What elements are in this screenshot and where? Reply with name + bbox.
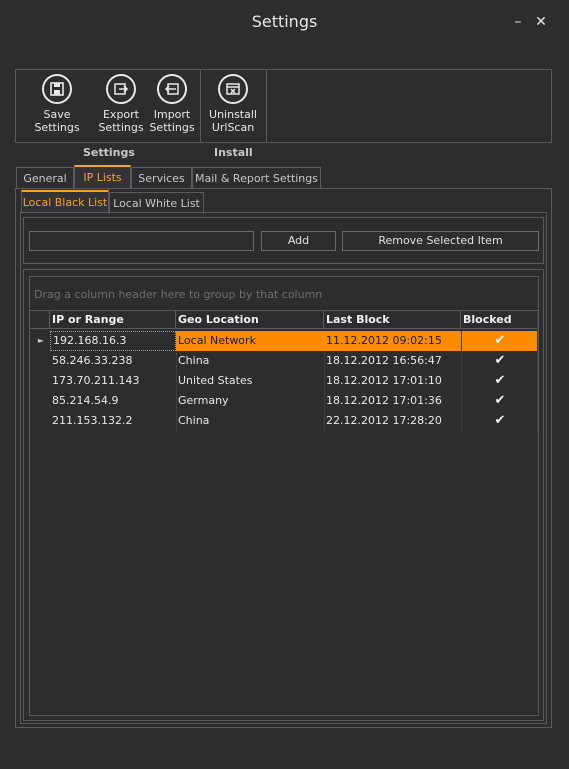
import-icon — [157, 74, 187, 104]
column-header-geo-location[interactable]: Geo Location — [176, 311, 324, 328]
cell-last-block[interactable]: 22.12.2012 17:28:20 — [324, 411, 461, 431]
minimize-button[interactable]: – — [510, 14, 526, 30]
tab-local-black-list[interactable]: Local Black List — [21, 190, 109, 213]
header-bottom-line — [30, 328, 538, 329]
uninstall-label-line1: Uninstall — [209, 108, 257, 121]
ribbon-group-settings: Settings — [83, 146, 135, 159]
checkbox-blocked[interactable]: ✔ — [493, 374, 507, 388]
ribbon-group-divider — [200, 70, 201, 142]
cell-last-block[interactable]: 18.12.2012 17:01:10 — [324, 371, 461, 391]
import-label-line2: Settings — [149, 121, 195, 134]
close-button[interactable]: ✕ — [533, 14, 549, 30]
checkbox-blocked[interactable]: ✔ — [493, 354, 507, 368]
column-divider — [324, 351, 325, 431]
uninstall-urlscan-button[interactable]: Uninstall UrlScan — [206, 74, 260, 140]
group-by-hint: Drag a column header here to group by th… — [34, 288, 323, 301]
ribbon — [15, 69, 552, 143]
row-indicator-header — [30, 311, 50, 328]
window-title: Settings — [251, 12, 318, 31]
column-divider — [461, 331, 462, 431]
cell-last-block[interactable]: 11.12.2012 09:02:15 — [324, 331, 461, 351]
row-indicator-icon: ► — [30, 331, 50, 351]
tab-ip-lists[interactable]: IP Lists — [74, 165, 131, 189]
export-settings-button[interactable]: Export Settings — [98, 74, 144, 140]
cell-ip[interactable]: 85.214.54.9 — [50, 391, 176, 411]
tab-general[interactable]: General — [16, 167, 74, 189]
cell-ip[interactable]: 192.168.16.3 — [50, 331, 176, 351]
checkbox-blocked[interactable]: ✔ — [493, 334, 507, 348]
cell-ip[interactable]: 211.153.132.2 — [50, 411, 176, 431]
ribbon-group-install: Install — [214, 146, 253, 159]
add-button[interactable]: Add — [261, 231, 336, 251]
ip-entry-input[interactable] — [29, 231, 254, 251]
column-divider — [537, 311, 538, 431]
cell-geo[interactable]: Local Network — [176, 331, 324, 351]
uninstall-label-line2: UrlScan — [211, 121, 255, 134]
cell-last-block[interactable]: 18.12.2012 16:56:47 — [324, 351, 461, 371]
uninstall-icon — [218, 74, 248, 104]
column-header-last-block[interactable]: Last Block — [324, 311, 461, 328]
column-header-ip-or-range[interactable]: IP or Range — [50, 311, 176, 328]
save-settings-label: Save Settings — [34, 108, 80, 134]
cell-geo[interactable]: Germany — [176, 391, 324, 411]
tab-mail-report-settings[interactable]: Mail & Report Settings — [192, 167, 321, 189]
tab-services[interactable]: Services — [131, 167, 192, 189]
export-icon — [106, 74, 136, 104]
cell-ip[interactable]: 173.70.211.143 — [50, 371, 176, 391]
import-label-line1: Import — [153, 108, 191, 121]
cell-geo[interactable]: United States — [176, 371, 324, 391]
cell-ip[interactable]: 58.246.33.238 — [50, 351, 176, 371]
checkbox-blocked[interactable]: ✔ — [493, 414, 507, 428]
cell-geo[interactable]: China — [176, 351, 324, 371]
save-icon — [42, 74, 72, 104]
remove-selected-item-button[interactable]: Remove Selected Item — [342, 231, 539, 251]
export-label-line2: Settings — [98, 121, 144, 134]
column-header-blocked[interactable]: Blocked — [461, 311, 538, 328]
save-settings-button[interactable]: Save Settings — [20, 74, 94, 140]
cell-last-block[interactable]: 18.12.2012 17:01:36 — [324, 391, 461, 411]
import-settings-button[interactable]: Import Settings — [149, 74, 195, 140]
tab-local-white-list[interactable]: Local White List — [109, 192, 204, 214]
ribbon-group-divider — [266, 70, 267, 142]
checkbox-blocked[interactable]: ✔ — [493, 394, 507, 408]
export-label-line1: Export — [102, 108, 139, 121]
cell-geo[interactable]: China — [176, 411, 324, 431]
column-divider — [176, 351, 177, 431]
